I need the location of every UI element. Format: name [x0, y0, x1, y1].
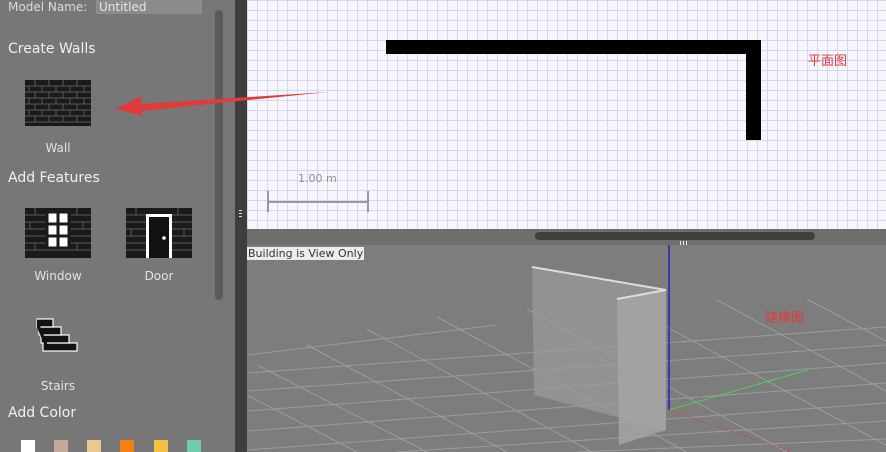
add-color-heading: Add Color: [8, 405, 77, 421]
color-swatch-sand[interactable]: [87, 440, 101, 452]
plan-drawing: [267, 40, 761, 212]
color-swatch-orange[interactable]: [120, 440, 134, 452]
plan-wall-horizontal[interactable]: [386, 40, 761, 54]
color-swatch-taupe[interactable]: [54, 440, 68, 452]
door-tool-label: Door: [144, 269, 174, 283]
add-features-heading: Add Features: [8, 170, 100, 186]
color-swatch-white[interactable]: [21, 440, 35, 452]
window-icon: [25, 208, 91, 258]
color-swatch-yellow[interactable]: [154, 440, 168, 452]
horizontal-splitter[interactable]: [247, 229, 886, 245]
splitter-grip-icon: [239, 210, 242, 218]
color-swatch-teal[interactable]: [187, 440, 201, 452]
window-tool-label: Window: [34, 269, 82, 283]
scale-bar: [267, 191, 369, 212]
plan-annotation: 平面图: [808, 54, 848, 69]
model-annotation: 建模图: [765, 311, 805, 326]
model-name-input[interactable]: [96, 0, 202, 14]
brick-wall-icon: [25, 80, 91, 126]
plan-horizontal-scrollbar[interactable]: [535, 232, 815, 240]
wall-return-face[interactable]: [617, 290, 666, 445]
model-scene: [247, 245, 886, 452]
door-icon: [126, 208, 192, 258]
door-tool[interactable]: Door: [119, 208, 199, 283]
model-name-label: Model Name:: [8, 0, 88, 14]
stairs-tool-label: Stairs: [40, 379, 76, 393]
vertical-splitter[interactable]: [235, 0, 247, 452]
wall-tool[interactable]: Wall: [18, 80, 98, 155]
view-only-status: Building is View Only: [247, 247, 365, 260]
wall-tool-label: Wall: [45, 141, 71, 155]
panel-scrollbar[interactable]: [215, 10, 223, 300]
plan-view[interactable]: 1.00 m 平面图: [247, 0, 886, 229]
scale-label: 1.00 m: [298, 172, 337, 185]
model-view[interactable]: Building is View Only 建模图: [247, 245, 886, 452]
create-walls-heading: Create Walls: [8, 41, 96, 57]
plan-wall-vertical[interactable]: [746, 40, 761, 140]
stairs-icon: [36, 318, 78, 352]
window-tool[interactable]: Window: [18, 208, 98, 283]
left-panel: Model Name: Create Walls Wall Add Featur…: [0, 0, 235, 452]
stairs-tool[interactable]: Stairs: [18, 316, 98, 393]
